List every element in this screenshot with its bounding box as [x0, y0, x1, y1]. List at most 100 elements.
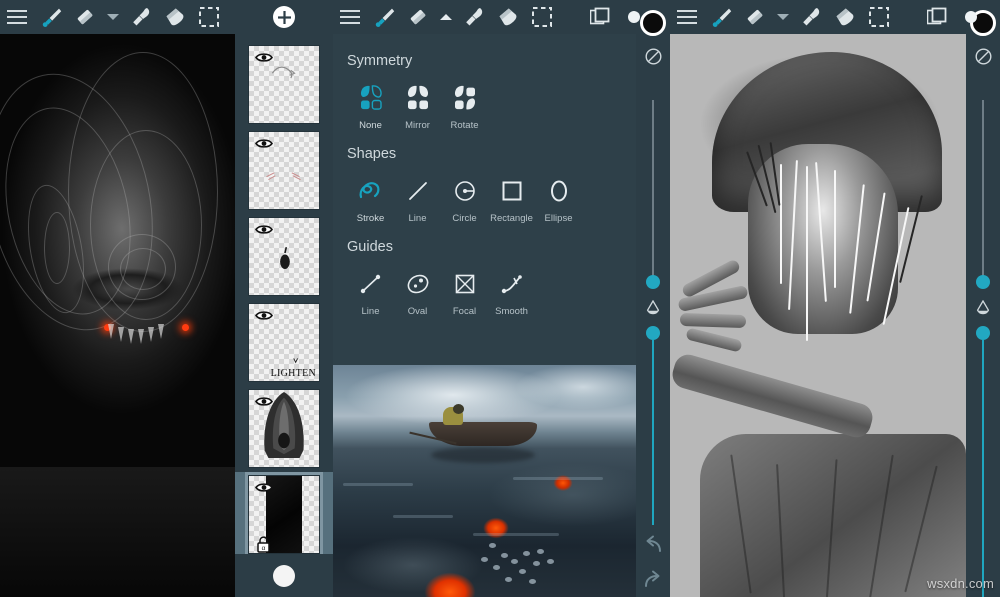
layer-visibility-icon[interactable] — [255, 52, 273, 63]
layer-visibility-icon[interactable] — [255, 138, 273, 149]
shape-option-rectangle[interactable]: Rectangle — [488, 174, 535, 224]
alpha-lock-icon[interactable]: α — [256, 536, 271, 553]
menu-icon[interactable] — [0, 0, 34, 34]
menu-icon[interactable] — [670, 0, 704, 34]
smudge-icon[interactable] — [124, 0, 158, 34]
opacity-slider[interactable] — [982, 100, 984, 286]
guide-option-line[interactable]: Line — [347, 267, 394, 317]
guide-option-oval[interactable]: Oval — [394, 267, 441, 317]
symmetry-option-rotate-label: Rotate — [451, 120, 479, 131]
finger — [680, 313, 746, 328]
chevron-down-icon[interactable] — [102, 0, 124, 34]
shape-option-stroke-label: Stroke — [357, 213, 384, 224]
symmetry-option-mirror[interactable]: Mirror — [394, 81, 441, 131]
toolbar-right — [670, 0, 966, 34]
symmetry-option-none-label: None — [359, 120, 382, 131]
fill-icon[interactable] — [158, 0, 192, 34]
guide-option-focal[interactable]: Focal — [441, 267, 488, 317]
guide-option-smooth-label: Smooth — [495, 306, 528, 317]
layer-thumbnail[interactable] — [248, 45, 320, 124]
shape-option-stroke[interactable]: Stroke — [347, 174, 394, 224]
brush-size-slider-handle[interactable] — [646, 326, 660, 340]
layers-panel: LIGHTEN α — [235, 0, 333, 597]
guide-oval-icon — [404, 267, 432, 301]
brush-icon[interactable] — [704, 0, 738, 34]
symmetry-none-icon — [356, 81, 386, 115]
fill-icon[interactable] — [491, 0, 525, 34]
brush-controls-strip-right — [966, 0, 1000, 597]
canvas-middle[interactable] — [333, 365, 636, 597]
layer-thumbnail[interactable] — [248, 131, 320, 210]
smudge-icon[interactable] — [457, 0, 491, 34]
layer-thumbnail[interactable]: α — [248, 475, 320, 554]
canvas-right[interactable] — [670, 34, 966, 597]
brush-icon[interactable] — [367, 0, 401, 34]
eraser-icon[interactable] — [401, 0, 435, 34]
layer-list[interactable]: LIGHTEN α — [235, 40, 333, 554]
shape-option-ellipse-label: Ellipse — [545, 213, 573, 224]
brush-icon[interactable] — [34, 0, 68, 34]
redo-button[interactable] — [636, 563, 670, 597]
shape-stroke-icon — [357, 174, 385, 208]
boat-reflection — [431, 447, 535, 463]
layer-visibility-icon[interactable] — [255, 224, 273, 235]
eraser-icon[interactable] — [68, 0, 102, 34]
shape-circle-icon — [451, 174, 479, 208]
fill-icon[interactable] — [828, 0, 862, 34]
shape-option-circle[interactable]: Circle — [441, 174, 488, 224]
layer-thumbnail[interactable]: LIGHTEN — [248, 303, 320, 382]
screen-middle: Symmetry None Mirror — [333, 0, 670, 597]
layers-icon[interactable] — [920, 0, 954, 34]
no-blend-icon[interactable] — [636, 46, 670, 66]
shape-ellipse-icon — [545, 174, 573, 208]
no-blend-icon[interactable] — [966, 46, 1000, 66]
guide-line-icon — [357, 267, 385, 301]
symmetry-options: None Mirror Rotate — [347, 81, 622, 131]
menu-icon[interactable] — [333, 0, 367, 34]
plus-icon — [273, 6, 295, 28]
watermark: wsxdn.com — [927, 576, 994, 591]
brush-size-slider-handle[interactable] — [976, 326, 990, 340]
chevron-down-icon[interactable] — [772, 0, 794, 34]
color-swatch-button[interactable] — [273, 565, 295, 587]
shape-options: Stroke Line Circle — [347, 174, 622, 224]
layer-visibility-icon[interactable] — [255, 396, 273, 407]
opacity-slider[interactable] — [652, 100, 654, 286]
finger — [685, 327, 742, 352]
opacity-slider-handle[interactable] — [976, 275, 990, 289]
color-dot-icon[interactable] — [617, 0, 651, 34]
symmetry-option-rotate[interactable]: Rotate — [441, 81, 488, 131]
opacity-slider-handle[interactable] — [646, 275, 660, 289]
droplet-icon[interactable] — [646, 300, 660, 316]
svg-text:α: α — [262, 544, 266, 552]
shape-option-rectangle-label: Rectangle — [490, 213, 533, 224]
shape-option-ellipse[interactable]: Ellipse — [535, 174, 582, 224]
eraser-icon[interactable] — [738, 0, 772, 34]
layer-visibility-icon[interactable] — [255, 482, 273, 493]
brush-size-slider[interactable] — [652, 340, 654, 525]
layer-visibility-icon[interactable] — [255, 310, 273, 321]
toolbar-left — [0, 0, 235, 34]
undo-button[interactable] — [636, 528, 670, 562]
boat — [429, 422, 537, 446]
layer-thumbnail[interactable] — [248, 217, 320, 296]
symmetry-option-mirror-label: Mirror — [405, 120, 430, 131]
brush-size-slider[interactable] — [982, 340, 984, 597]
symmetry-option-none[interactable]: None — [347, 81, 394, 131]
add-layer-button[interactable] — [235, 0, 333, 34]
guide-option-smooth[interactable]: Smooth — [488, 267, 535, 317]
selection-icon[interactable] — [192, 0, 226, 34]
selection-icon[interactable] — [525, 0, 559, 34]
selection-icon[interactable] — [862, 0, 896, 34]
layer-thumbnail[interactable] — [248, 389, 320, 468]
layers-icon[interactable] — [583, 0, 617, 34]
smudge-icon[interactable] — [794, 0, 828, 34]
chevron-up-icon[interactable] — [435, 0, 457, 34]
shape-option-line[interactable]: Line — [394, 174, 441, 224]
creature-teeth — [108, 324, 170, 350]
section-title-guides: Guides — [347, 239, 622, 255]
color-dot-icon[interactable] — [954, 0, 988, 34]
layer-blend-mode-label: LIGHTEN — [271, 368, 316, 379]
canvas-left[interactable] — [0, 34, 235, 597]
droplet-icon[interactable] — [976, 300, 990, 316]
